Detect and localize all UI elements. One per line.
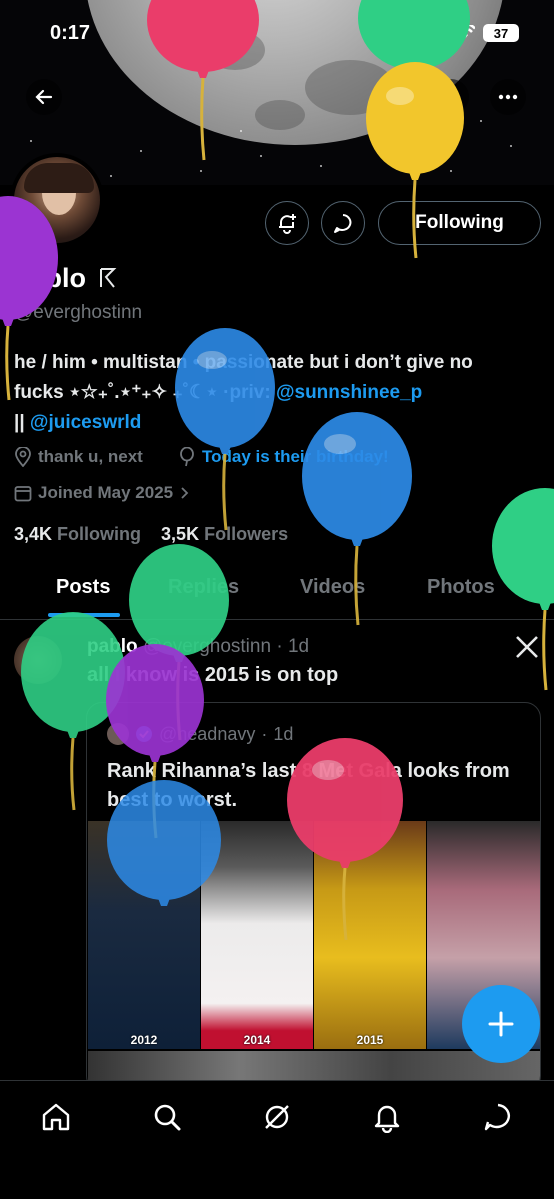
balloon-blue-2: [302, 412, 412, 626]
balloon-pink-top: [147, 0, 259, 161]
bottom-nav: [0, 1080, 554, 1199]
balloon-purple-left: [0, 196, 58, 401]
home-icon[interactable]: [40, 1101, 72, 1133]
messages-icon[interactable]: [482, 1101, 514, 1133]
search-icon[interactable]: [151, 1101, 183, 1133]
birthday-balloons-overlay: [0, 0, 554, 941]
balloon-blue-low: [107, 780, 221, 906]
notifications-icon[interactable]: [371, 1101, 403, 1134]
balloon-yellow: [366, 62, 464, 259]
grok-icon[interactable]: [261, 1101, 293, 1133]
balloon-pink-low: [287, 738, 403, 941]
balloon-green-right: [492, 488, 554, 691]
balloon-blue-1: [175, 328, 275, 531]
